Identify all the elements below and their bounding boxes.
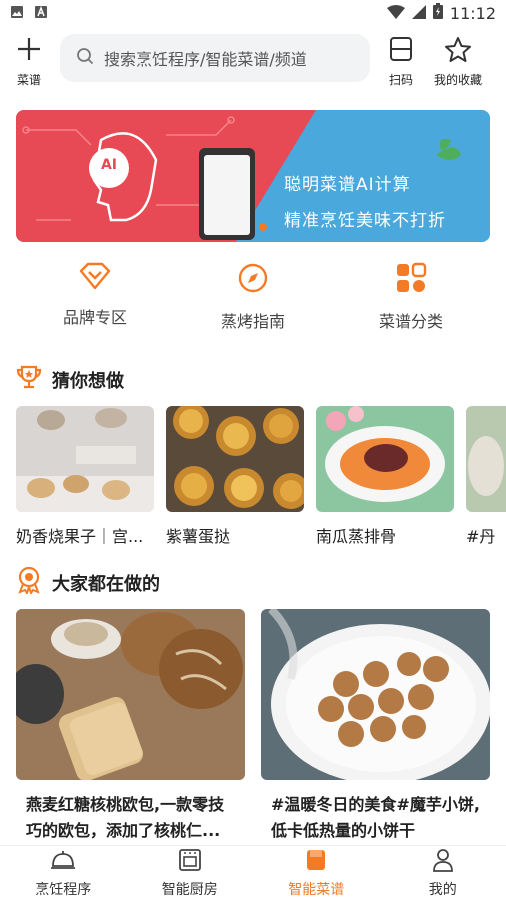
tab-label: 烹饪程序	[35, 881, 92, 898]
recipe-card[interactable]: 奶香烧果子｜宫...	[16, 406, 154, 546]
feed-title: 燕麦红糖核桃欧包,一款零技巧的欧包，添加了核桃仁...	[26, 795, 225, 840]
trophy-icon	[16, 364, 42, 395]
recipe-name: #丹	[466, 527, 496, 546]
favorites-button[interactable]: 我的收藏	[430, 36, 486, 88]
compass-icon	[237, 262, 269, 298]
banner-ai-label: AI	[100, 157, 118, 173]
guess-section-title: 猜你想做	[52, 370, 124, 392]
tab-smart-recipes[interactable]: 智能菜谱	[253, 846, 380, 900]
app-notification-icon	[34, 4, 48, 23]
guess-section-header: 猜你想做	[16, 364, 124, 395]
signal-icon	[411, 4, 426, 23]
battery-icon	[432, 3, 443, 23]
search-input[interactable]: 搜索烹饪程序/智能菜谱/频道	[60, 34, 370, 82]
top-bar: 菜谱 搜索烹饪程序/智能菜谱/频道 扫码 我的收藏	[0, 26, 506, 96]
menu-button[interactable]: 菜谱	[12, 36, 46, 88]
promo-banner[interactable]: AI 聪明菜谱AI计算 精准烹饪美味不打折	[16, 110, 490, 242]
search-placeholder: 搜索烹饪程序/智能菜谱/频道	[104, 50, 307, 69]
recipe-categories-button[interactable]: 菜谱分类	[346, 262, 476, 332]
recipe-name: 紫薯蛋挞	[166, 527, 231, 546]
popular-section-title: 大家都在做的	[52, 573, 160, 595]
popular-section-header: 大家都在做的	[16, 566, 160, 599]
recipe-image	[466, 406, 506, 512]
feed-title: #温暖冬日的美食#魔芋小饼,低卡低热量的小饼干	[271, 795, 480, 840]
scan-icon	[388, 36, 414, 65]
image-notification-icon	[10, 4, 24, 23]
recipe-card[interactable]: 南瓜蒸排骨	[316, 406, 454, 546]
menu-label: 菜谱	[16, 73, 41, 87]
brand-zone-label: 品牌专区	[62, 308, 127, 327]
user-icon	[431, 848, 455, 876]
star-icon	[444, 36, 472, 67]
recipe-name: 奶香烧果子｜宫...	[16, 527, 144, 546]
category-shortcuts: 品牌专区 蒸烤指南 菜谱分类	[0, 262, 506, 338]
recipe-image	[166, 406, 304, 512]
tab-label: 我的	[428, 881, 457, 898]
recipe-card[interactable]: 紫薯蛋挞	[166, 406, 304, 546]
banner-subheadline: 精准烹饪美味不打折	[284, 211, 446, 231]
oven-icon	[178, 848, 202, 876]
wifi-icon	[386, 4, 405, 23]
recipe-image	[316, 406, 454, 512]
steam-bake-guide-button[interactable]: 蒸烤指南	[188, 262, 318, 332]
recipe-book-icon	[305, 848, 327, 876]
cloche-icon	[50, 848, 76, 876]
status-bar: 11:12	[0, 0, 506, 26]
diamond-icon	[79, 262, 111, 294]
grid-icon	[395, 262, 427, 298]
feed-image	[261, 609, 490, 780]
banner-headline: 聪明菜谱AI计算	[284, 175, 411, 195]
tab-smart-kitchen[interactable]: 智能厨房	[127, 846, 254, 900]
recipe-name: 南瓜蒸排骨	[316, 527, 397, 546]
bottom-tab-bar: 烹饪程序 智能厨房 智能菜谱 我的	[0, 845, 506, 900]
recipe-categories-label: 菜谱分类	[378, 312, 443, 331]
guess-carousel[interactable]: 奶香烧果子｜宫... 紫薯蛋挞 南瓜蒸排骨 #丹	[16, 406, 506, 546]
tab-cooking-programs[interactable]: 烹饪程序	[0, 846, 127, 900]
tab-label: 智能菜谱	[288, 881, 345, 898]
feed-card[interactable]: 燕麦红糖核桃欧包,一款零技巧的欧包，添加了核桃仁...	[16, 609, 245, 844]
feed-card[interactable]: #温暖冬日的美食#魔芋小饼,低卡低热量的小饼干	[261, 609, 490, 844]
medal-icon	[16, 566, 42, 599]
scan-label: 扫码	[388, 73, 413, 87]
steam-bake-guide-label: 蒸烤指南	[220, 312, 285, 331]
search-icon	[76, 47, 94, 69]
brand-zone-button[interactable]: 品牌专区	[30, 262, 160, 328]
clock: 11:12	[449, 3, 496, 23]
feed-image	[16, 609, 245, 780]
recipe-card[interactable]: #丹	[466, 406, 506, 546]
tab-label: 智能厨房	[161, 881, 218, 898]
recipe-image	[16, 406, 154, 512]
tab-profile[interactable]: 我的	[380, 846, 506, 900]
plus-icon	[16, 36, 42, 65]
favorites-label: 我的收藏	[433, 73, 482, 87]
scan-button[interactable]: 扫码	[384, 36, 418, 88]
